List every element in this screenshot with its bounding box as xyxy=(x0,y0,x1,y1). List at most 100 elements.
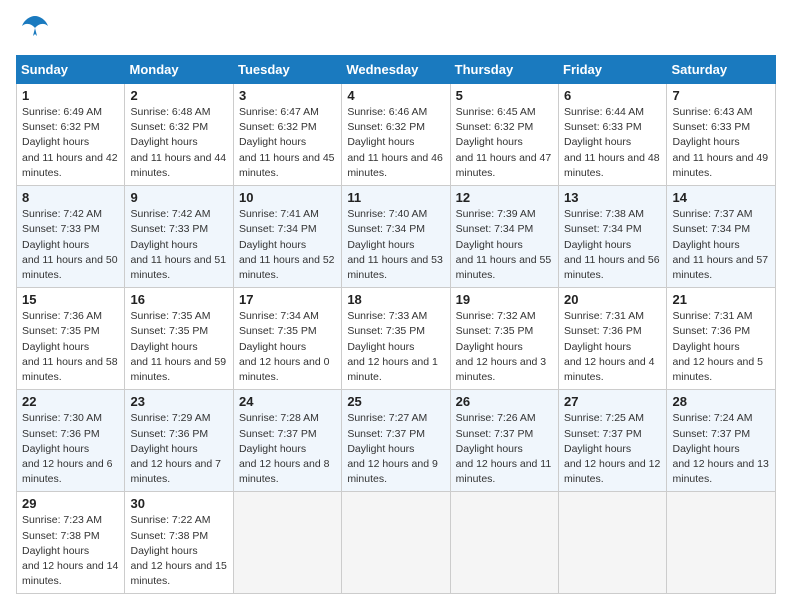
day-number: 13 xyxy=(564,190,661,205)
day-detail: Sunrise: 7:26 AMSunset: 7:37 PMDaylight … xyxy=(456,411,553,487)
day-number: 30 xyxy=(130,496,227,511)
day-detail: Sunrise: 7:35 AMSunset: 7:35 PMDaylight … xyxy=(130,309,227,385)
table-row: 1 Sunrise: 6:49 AMSunset: 6:32 PMDaylight… xyxy=(17,84,125,186)
table-row: 13 Sunrise: 7:38 AMSunset: 7:34 PMDayligh… xyxy=(559,186,667,288)
day-detail: Sunrise: 7:31 AMSunset: 7:36 PMDaylight … xyxy=(564,309,661,385)
logo xyxy=(16,16,50,47)
page-header xyxy=(16,16,776,47)
day-number: 1 xyxy=(22,88,119,103)
day-number: 14 xyxy=(672,190,770,205)
day-detail: Sunrise: 6:43 AMSunset: 6:33 PMDaylight … xyxy=(672,105,770,181)
table-row: 14Sunrise: 7:37 AMSunset: 7:34 PMDayligh… xyxy=(667,186,776,288)
table-row: 29Sunrise: 7:23 AMSunset: 7:38 PMDayligh… xyxy=(17,492,125,594)
table-row: 3 Sunrise: 6:47 AMSunset: 6:32 PMDaylight… xyxy=(233,84,341,186)
day-number: 9 xyxy=(130,190,227,205)
day-number: 10 xyxy=(239,190,336,205)
table-row: 10Sunrise: 7:41 AMSunset: 7:34 PMDayligh… xyxy=(233,186,341,288)
table-row: 21 Sunrise: 7:31 AMSunset: 7:36 PMDayligh… xyxy=(667,288,776,390)
table-row: 9 Sunrise: 7:42 AMSunset: 7:33 PMDaylight… xyxy=(125,186,233,288)
day-detail: Sunrise: 6:47 AMSunset: 6:32 PMDaylight … xyxy=(239,105,336,181)
day-number: 3 xyxy=(239,88,336,103)
day-number: 19 xyxy=(456,292,553,307)
table-row xyxy=(342,492,450,594)
table-row xyxy=(450,492,558,594)
day-number: 21 xyxy=(672,292,770,307)
day-number: 5 xyxy=(456,88,553,103)
day-detail: Sunrise: 7:25 AMSunset: 7:37 PMDaylight … xyxy=(564,411,661,487)
day-number: 2 xyxy=(130,88,227,103)
calendar-header-friday: Friday xyxy=(559,56,667,84)
table-row: 2 Sunrise: 6:48 AMSunset: 6:32 PMDaylight… xyxy=(125,84,233,186)
table-row: 25 Sunrise: 7:27 AMSunset: 7:37 PMDayligh… xyxy=(342,390,450,492)
table-row: 30 Sunrise: 7:22 AMSunset: 7:38 PMDayligh… xyxy=(125,492,233,594)
day-detail: Sunrise: 7:42 AMSunset: 7:33 PMDaylight … xyxy=(22,207,119,283)
day-detail: Sunrise: 7:38 AMSunset: 7:34 PMDaylight … xyxy=(564,207,661,283)
table-row: 28 Sunrise: 7:24 AMSunset: 7:37 PMDayligh… xyxy=(667,390,776,492)
table-row: 20 Sunrise: 7:31 AMSunset: 7:36 PMDayligh… xyxy=(559,288,667,390)
day-detail: Sunrise: 7:22 AMSunset: 7:38 PMDaylight … xyxy=(130,513,227,589)
table-row: 17 Sunrise: 7:34 AMSunset: 7:35 PMDayligh… xyxy=(233,288,341,390)
calendar-header-wednesday: Wednesday xyxy=(342,56,450,84)
day-detail: Sunrise: 7:29 AMSunset: 7:36 PMDaylight … xyxy=(130,411,227,487)
day-detail: Sunrise: 7:24 AMSunset: 7:37 PMDaylight … xyxy=(672,411,770,487)
day-number: 16 xyxy=(130,292,227,307)
calendar-header-tuesday: Tuesday xyxy=(233,56,341,84)
table-row: 23 Sunrise: 7:29 AMSunset: 7:36 PMDayligh… xyxy=(125,390,233,492)
day-number: 27 xyxy=(564,394,661,409)
day-number: 6 xyxy=(564,88,661,103)
calendar-header-saturday: Saturday xyxy=(667,56,776,84)
day-detail: Sunrise: 7:33 AMSunset: 7:35 PMDaylight … xyxy=(347,309,444,385)
day-detail: Sunrise: 7:40 AMSunset: 7:34 PMDaylight … xyxy=(347,207,444,283)
day-number: 15 xyxy=(22,292,119,307)
day-detail: Sunrise: 7:31 AMSunset: 7:36 PMDaylight … xyxy=(672,309,770,385)
day-detail: Sunrise: 7:30 AMSunset: 7:36 PMDaylight … xyxy=(22,411,119,487)
day-number: 26 xyxy=(456,394,553,409)
day-detail: Sunrise: 7:36 AMSunset: 7:35 PMDaylight … xyxy=(22,309,119,385)
day-number: 28 xyxy=(672,394,770,409)
table-row: 24 Sunrise: 7:28 AMSunset: 7:37 PMDayligh… xyxy=(233,390,341,492)
table-row: 19 Sunrise: 7:32 AMSunset: 7:35 PMDayligh… xyxy=(450,288,558,390)
day-detail: Sunrise: 7:39 AMSunset: 7:34 PMDaylight … xyxy=(456,207,553,283)
day-number: 24 xyxy=(239,394,336,409)
day-detail: Sunrise: 6:44 AMSunset: 6:33 PMDaylight … xyxy=(564,105,661,181)
calendar-header: SundayMondayTuesdayWednesdayThursdayFrid… xyxy=(17,56,776,84)
table-row: 12 Sunrise: 7:39 AMSunset: 7:34 PMDayligh… xyxy=(450,186,558,288)
calendar-header-thursday: Thursday xyxy=(450,56,558,84)
day-detail: Sunrise: 7:28 AMSunset: 7:37 PMDaylight … xyxy=(239,411,336,487)
day-number: 18 xyxy=(347,292,444,307)
calendar-header-sunday: Sunday xyxy=(17,56,125,84)
calendar-header-monday: Monday xyxy=(125,56,233,84)
table-row: 18 Sunrise: 7:33 AMSunset: 7:35 PMDayligh… xyxy=(342,288,450,390)
day-number: 11 xyxy=(347,190,444,205)
table-row xyxy=(233,492,341,594)
day-detail: Sunrise: 7:32 AMSunset: 7:35 PMDaylight … xyxy=(456,309,553,385)
day-detail: Sunrise: 7:23 AMSunset: 7:38 PMDaylight … xyxy=(22,513,119,589)
day-number: 8 xyxy=(22,190,119,205)
day-detail: Sunrise: 7:27 AMSunset: 7:37 PMDaylight … xyxy=(347,411,444,487)
table-row: 8 Sunrise: 7:42 AMSunset: 7:33 PMDaylight… xyxy=(17,186,125,288)
day-number: 17 xyxy=(239,292,336,307)
table-row xyxy=(559,492,667,594)
day-detail: Sunrise: 6:49 AMSunset: 6:32 PMDaylight … xyxy=(22,105,119,181)
table-row xyxy=(667,492,776,594)
day-number: 7 xyxy=(672,88,770,103)
day-number: 23 xyxy=(130,394,227,409)
day-detail: Sunrise: 7:42 AMSunset: 7:33 PMDaylight … xyxy=(130,207,227,283)
table-row: 22 Sunrise: 7:30 AMSunset: 7:36 PMDayligh… xyxy=(17,390,125,492)
day-number: 20 xyxy=(564,292,661,307)
day-number: 12 xyxy=(456,190,553,205)
table-row: 6 Sunrise: 6:44 AMSunset: 6:33 PMDaylight… xyxy=(559,84,667,186)
table-row: 15 Sunrise: 7:36 AMSunset: 7:35 PMDayligh… xyxy=(17,288,125,390)
calendar-table: SundayMondayTuesdayWednesdayThursdayFrid… xyxy=(16,55,776,594)
table-row: 4Sunrise: 6:46 AMSunset: 6:32 PMDaylight… xyxy=(342,84,450,186)
logo-bird-icon xyxy=(20,12,50,47)
day-number: 22 xyxy=(22,394,119,409)
table-row: 7 Sunrise: 6:43 AMSunset: 6:33 PMDaylight… xyxy=(667,84,776,186)
day-detail: Sunrise: 6:48 AMSunset: 6:32 PMDaylight … xyxy=(130,105,227,181)
table-row: 26 Sunrise: 7:26 AMSunset: 7:37 PMDayligh… xyxy=(450,390,558,492)
day-detail: Sunrise: 6:45 AMSunset: 6:32 PMDaylight … xyxy=(456,105,553,181)
table-row: 11 Sunrise: 7:40 AMSunset: 7:34 PMDayligh… xyxy=(342,186,450,288)
day-number: 25 xyxy=(347,394,444,409)
day-detail: Sunrise: 7:34 AMSunset: 7:35 PMDaylight … xyxy=(239,309,336,385)
table-row: 27 Sunrise: 7:25 AMSunset: 7:37 PMDayligh… xyxy=(559,390,667,492)
